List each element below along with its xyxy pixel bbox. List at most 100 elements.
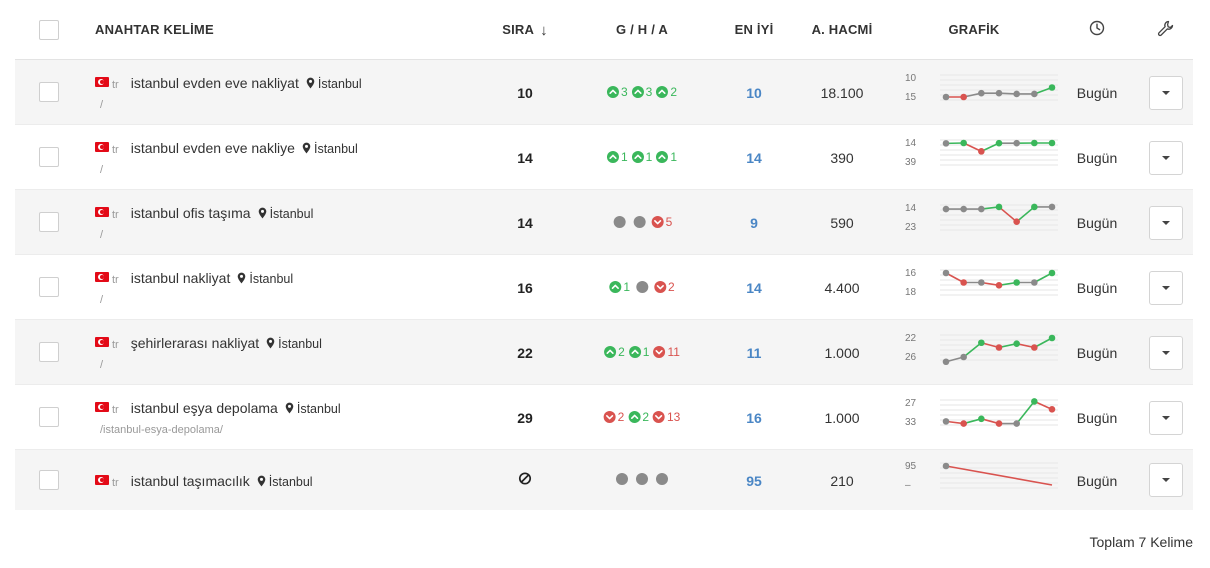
sparkline-point: [942, 358, 950, 366]
rank-history-sparkline[interactable]: 95 –: [900, 453, 1060, 505]
rank-history-sparkline[interactable]: 22 26: [900, 325, 1060, 377]
sparkline-top-label: 95: [905, 461, 917, 472]
row-checkbox[interactable]: [39, 212, 59, 232]
keyword-text[interactable]: istanbul eşya depolama: [131, 400, 278, 416]
select-all-checkbox[interactable]: [39, 20, 59, 40]
row-actions-dropdown-button[interactable]: [1149, 141, 1183, 175]
turkey-flag-icon: [95, 207, 109, 217]
row-actions-dropdown-button[interactable]: [1149, 271, 1183, 305]
volume-column-header[interactable]: A. HACMİ: [812, 22, 873, 37]
no-change-dot-icon: [616, 473, 628, 485]
keyword-text[interactable]: şehirlerarası nakliyat: [131, 335, 259, 351]
keyword-text[interactable]: istanbul nakliyat: [131, 270, 231, 286]
sparkline-point: [995, 344, 1003, 351]
location-text: İstanbul: [278, 337, 322, 351]
sparkline-point: [960, 279, 967, 286]
sparkline-point: [1048, 406, 1056, 413]
row-checkbox[interactable]: [39, 277, 59, 297]
search-volume-value: 210: [830, 473, 854, 489]
keyword-text[interactable]: istanbul evden eve nakliyat: [131, 75, 299, 91]
url-path[interactable]: /: [100, 359, 103, 371]
chevron-down-circle-icon: [653, 411, 666, 423]
rank-change-value: 1: [623, 280, 630, 294]
language-code: tr: [112, 274, 119, 286]
location-pin-icon: [237, 271, 246, 289]
rank-history-sparkline[interactable]: 10 15: [900, 65, 1060, 117]
sparkline-top-label: 16: [905, 268, 917, 279]
location-pin-icon: [285, 401, 294, 419]
keyword-text[interactable]: istanbul ofis taşıma: [131, 205, 251, 221]
sparkline-point: [1031, 344, 1038, 351]
row-checkbox[interactable]: [39, 470, 59, 490]
sparkline-point: [1013, 279, 1020, 286]
rank-history-sparkline[interactable]: 14 39: [900, 130, 1060, 182]
update-date: Bugün: [1076, 150, 1118, 166]
language-code: tr: [112, 404, 119, 416]
rank-history-sparkline[interactable]: 27 33: [900, 390, 1060, 442]
chevron-up-circle-icon: [606, 151, 619, 163]
url-path[interactable]: /istanbul-esya-depolama/: [100, 424, 223, 436]
wrench-icon[interactable]: [1157, 20, 1174, 42]
rank-change-value: 1: [645, 150, 653, 164]
row-checkbox[interactable]: [39, 342, 59, 362]
search-volume-value: 590: [830, 215, 854, 231]
url-path[interactable]: /: [100, 164, 103, 176]
row-actions-dropdown-button[interactable]: [1149, 463, 1183, 497]
keyword-column-header[interactable]: ANAHTAR KELİME: [95, 22, 214, 37]
language-code: tr: [112, 79, 119, 91]
table-row: tr istanbul ofis taşıma İstanbul / 14 5 9 590 14…: [15, 190, 1193, 255]
chevron-up-circle-icon: [656, 86, 669, 98]
rank-header-label: SIRA: [502, 22, 535, 37]
best-column-header[interactable]: EN İYİ: [735, 22, 774, 37]
total-keyword-count: Toplam 7 Kelime: [1089, 534, 1194, 550]
rank-change-value: 2: [617, 410, 625, 424]
location-pin-icon: [306, 76, 315, 94]
row-checkbox[interactable]: [39, 147, 59, 167]
clock-icon[interactable]: [1089, 20, 1105, 41]
update-date: Bugün: [1076, 215, 1118, 231]
rank-history-sparkline[interactable]: 14 23: [900, 195, 1060, 247]
no-change-dot-icon: [613, 216, 626, 228]
sort-down-arrow-icon[interactable]: ↓: [540, 23, 548, 38]
rank-change-down: 2: [603, 410, 625, 424]
rank-column-header[interactable]: SIRA ↓: [502, 22, 548, 38]
row-actions-dropdown-button[interactable]: [1149, 206, 1183, 240]
search-volume-value: 18.100: [820, 85, 864, 101]
chevron-up-circle-icon: [628, 346, 641, 358]
rank-change-value: 2: [670, 85, 678, 99]
caret-down-icon: [1162, 91, 1170, 95]
chevron-down-circle-icon: [653, 346, 666, 358]
location-text: İstanbul: [296, 402, 341, 416]
keyword-cell: tr istanbul evden eve nakliye İstanbul: [95, 140, 358, 159]
url-path[interactable]: /: [100, 229, 103, 241]
keyword-cell: tr şehirlerarası nakliyat İstanbul: [95, 335, 322, 354]
rank-history-sparkline[interactable]: 1618: [900, 260, 1060, 312]
sparkline-point: [1031, 279, 1038, 286]
row-checkbox[interactable]: [39, 407, 59, 427]
sparkline-bottom-label: 18: [905, 287, 917, 298]
url-path[interactable]: /: [100, 294, 103, 306]
chevron-down-circle-icon: [651, 216, 664, 228]
keyword-text[interactable]: istanbul taşımacılık: [131, 473, 250, 489]
turkey-flag-icon: [95, 337, 109, 347]
table-row: tr istanbul evden eve nakliyat İstanbul / 10…: [15, 60, 1193, 125]
no-change-dot-icon: [636, 473, 648, 485]
caret-down-icon: [1162, 156, 1170, 160]
gha-column-header[interactable]: G / H / A: [616, 22, 668, 37]
url-path[interactable]: /: [100, 99, 103, 111]
row-actions-dropdown-button[interactable]: [1149, 76, 1183, 110]
sparkline-top-label: 10: [905, 73, 917, 84]
rank-change-value: 13: [667, 410, 681, 424]
row-checkbox[interactable]: [39, 82, 59, 102]
sparkline-bottom-label: 33: [905, 417, 917, 428]
rank-change-up: 1: [628, 345, 649, 359]
row-actions-dropdown-button[interactable]: [1149, 401, 1183, 435]
keyword-text[interactable]: istanbul evden eve nakliye: [131, 140, 295, 156]
rank-change-value: 5: [665, 215, 673, 229]
row-actions-dropdown-button[interactable]: [1149, 336, 1183, 370]
sparkline-point: [942, 93, 950, 101]
sparkline-point: [978, 148, 985, 155]
table-row: tr istanbul taşımacılık İstanbul 95 210 95 – Bu…: [15, 450, 1193, 510]
update-date: Bugün: [1076, 410, 1118, 426]
table-row: tr şehirlerarası nakliyat İstanbul/22 2 1 11 1…: [15, 320, 1193, 385]
